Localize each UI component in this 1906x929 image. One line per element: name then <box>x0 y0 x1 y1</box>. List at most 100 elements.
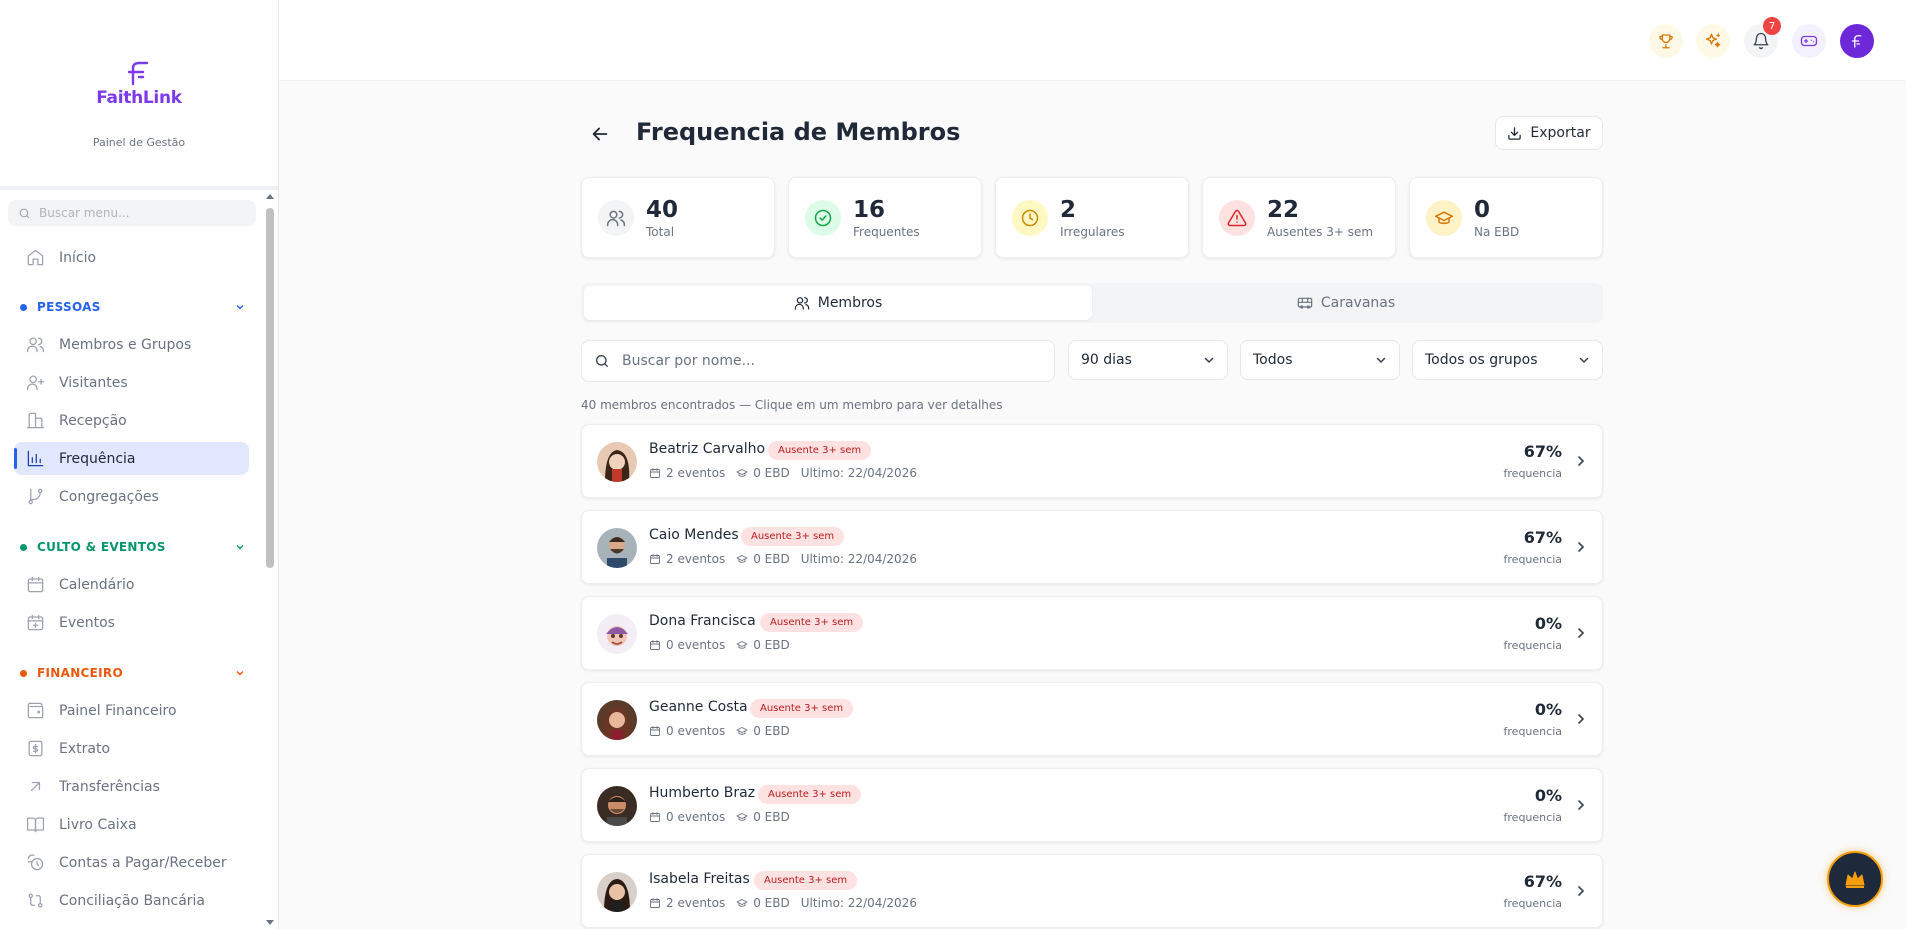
trophy-button[interactable] <box>1649 24 1683 58</box>
game-button[interactable] <box>1792 24 1826 58</box>
tab-membros[interactable]: Membros <box>584 286 1092 320</box>
clock-icon <box>1021 209 1039 226</box>
member-row[interactable]: Isabela Freitas Ausente 3+ sem 2 eventos… <box>581 854 1603 928</box>
check-circle-icon <box>814 209 832 226</box>
period-select[interactable]: 90 dias <box>1068 340 1228 380</box>
sidebar-item-extrato[interactable]: Extrato <box>14 732 249 765</box>
trophy-icon <box>1659 34 1673 49</box>
status-select[interactable]: Todos <box>1240 340 1400 380</box>
sparkles-button[interactable] <box>1696 24 1730 58</box>
notifications-button[interactable]: 7 <box>1744 17 1781 58</box>
member-row[interactable]: Geanne Costa Ausente 3+ sem 0 eventos 0 … <box>581 682 1603 756</box>
sidebar-item-transferencias[interactable]: Transferências <box>14 770 249 803</box>
section-financeiro[interactable]: FINANCEIRO <box>20 666 245 680</box>
stat-label: Frequentes <box>853 224 920 239</box>
member-search[interactable] <box>581 340 1055 382</box>
export-button[interactable]: Exportar <box>1495 116 1603 150</box>
stat-icon-wrap <box>1012 199 1048 236</box>
sidebar-item-inicio[interactable]: Início <box>14 241 249 274</box>
notification-count-badge: 7 <box>1763 17 1781 35</box>
stat-card-ausentes: 22 Ausentes 3+ sem <box>1202 177 1396 258</box>
ebd-count: 0 EBD <box>753 552 790 566</box>
sidebar-scrollbar[interactable] <box>264 192 276 929</box>
events-count: 2 eventos <box>666 552 726 566</box>
stats-row: 40 Total 16 Frequentes 2 Irregulares 22 Ause… <box>581 177 1603 258</box>
sidebar-item-eventos[interactable]: Eventos <box>14 606 249 639</box>
graduation-cap-icon <box>736 813 748 821</box>
stat-icon-wrap <box>1219 199 1255 236</box>
events-count: 0 eventos <box>666 638 726 652</box>
avatar <box>597 528 637 568</box>
member-row[interactable]: Dona Francisca Ausente 3+ sem 0 eventos … <box>581 596 1603 670</box>
scroll-thumb[interactable] <box>266 208 274 568</box>
tab-caravanas[interactable]: Caravanas <box>1092 286 1600 320</box>
sidebar-item-label: Eventos <box>59 614 115 631</box>
sidebar-search-input[interactable] <box>39 206 239 220</box>
attendance-percent: 67% <box>1523 872 1562 891</box>
member-row[interactable]: Caio Mendes Ausente 3+ sem 2 eventos 0 E… <box>581 510 1603 584</box>
scroll-down-arrow-icon[interactable] <box>266 920 274 925</box>
sidebar-item-livro-caixa[interactable]: Livro Caixa <box>14 808 249 841</box>
member-search-input[interactable] <box>622 353 1022 369</box>
sidebar-item-visitantes[interactable]: Visitantes <box>14 366 249 399</box>
chevron-down-icon <box>1204 357 1214 364</box>
sidebar-item-label: Frequência <box>59 450 136 467</box>
bell-icon <box>1753 32 1769 50</box>
sidebar-item-membros-e-grupos[interactable]: Membros e Grupos <box>14 328 249 361</box>
section-dot <box>20 543 27 551</box>
attendance-percent: 0% <box>1534 786 1562 805</box>
chevron-down-icon <box>236 545 244 550</box>
sidebar: FaithLink Painel de Gestão Início PESSOA… <box>0 0 279 929</box>
stat-card-frequentes: 16 Frequentes <box>788 177 982 258</box>
member-row[interactable]: Beatriz Carvalho Ausente 3+ sem 2 evento… <box>581 424 1603 498</box>
scroll-up-arrow-icon[interactable] <box>266 194 274 199</box>
stat-icon-wrap <box>1426 199 1462 236</box>
member-meta: 2 eventos 0 EBD Ultimo: 22/04/2026 <box>649 552 917 566</box>
page-title: Frequencia de Membros <box>636 118 961 146</box>
back-arrow-icon[interactable] <box>589 123 611 145</box>
sidebar-search[interactable] <box>8 200 256 226</box>
member-meta: 0 eventos 0 EBD <box>649 724 790 738</box>
crown-icon <box>1845 871 1865 888</box>
stat-value: 40 <box>646 196 679 223</box>
sidebar-item-recepcao[interactable]: Recepção <box>14 404 249 437</box>
status-badge: Ausente 3+ sem <box>741 527 845 546</box>
sidebar-item-label: Livro Caixa <box>59 816 137 833</box>
premium-crown-button[interactable] <box>1827 851 1883 907</box>
avatar <box>597 614 637 654</box>
stat-label: Na EBD <box>1474 224 1520 239</box>
avatar <box>597 700 637 740</box>
calendar-icon <box>650 812 660 822</box>
section-pessoas[interactable]: PESSOAS <box>20 300 245 314</box>
chevron-right-icon <box>1578 714 1585 724</box>
brand-subtitle: Painel de Gestão <box>92 136 186 149</box>
sidebar-item-congregacoes[interactable]: Congregações <box>14 480 249 513</box>
section-label: PESSOAS <box>37 300 101 314</box>
graduation-cap-icon <box>736 555 748 563</box>
attendance-percent: 0% <box>1534 614 1562 633</box>
search-icon <box>19 208 30 218</box>
attendance-label: frequencia <box>1503 467 1562 480</box>
sidebar-item-conciliacao[interactable]: Conciliação Bancária <box>14 884 249 917</box>
user-avatar-button[interactable] <box>1840 24 1874 58</box>
sidebar-item-frequencia[interactable]: Frequência <box>14 442 249 475</box>
section-culto-eventos[interactable]: CULTO & EVENTOS <box>20 540 245 554</box>
sidebar-item-contas[interactable]: Contas a Pagar/Receber <box>14 846 249 879</box>
calendar-icon <box>650 726 660 736</box>
sparkles-icon <box>1705 33 1721 48</box>
ebd-count: 0 EBD <box>753 724 790 738</box>
download-icon <box>1508 126 1522 140</box>
attendance-label: frequencia <box>1503 553 1562 566</box>
member-row[interactable]: Humberto Braz Ausente 3+ sem 0 eventos 0… <box>581 768 1603 842</box>
graduation-cap-icon <box>1434 210 1454 224</box>
section-label: CULTO & EVENTOS <box>37 540 166 554</box>
tab-label: Membros <box>817 295 883 311</box>
stat-value: 22 <box>1267 196 1300 223</box>
group-select[interactable]: Todos os grupos <box>1412 340 1603 380</box>
sidebar-item-calendario[interactable]: Calendário <box>14 568 249 601</box>
sidebar-item-label: Congregações <box>59 488 159 505</box>
calendar-icon <box>650 554 660 564</box>
sidebar-item-painel-financeiro[interactable]: Painel Financeiro <box>14 694 249 727</box>
page-header: Frequencia de Membros Exportar <box>581 116 1603 152</box>
stat-label: Irregulares <box>1060 224 1125 239</box>
